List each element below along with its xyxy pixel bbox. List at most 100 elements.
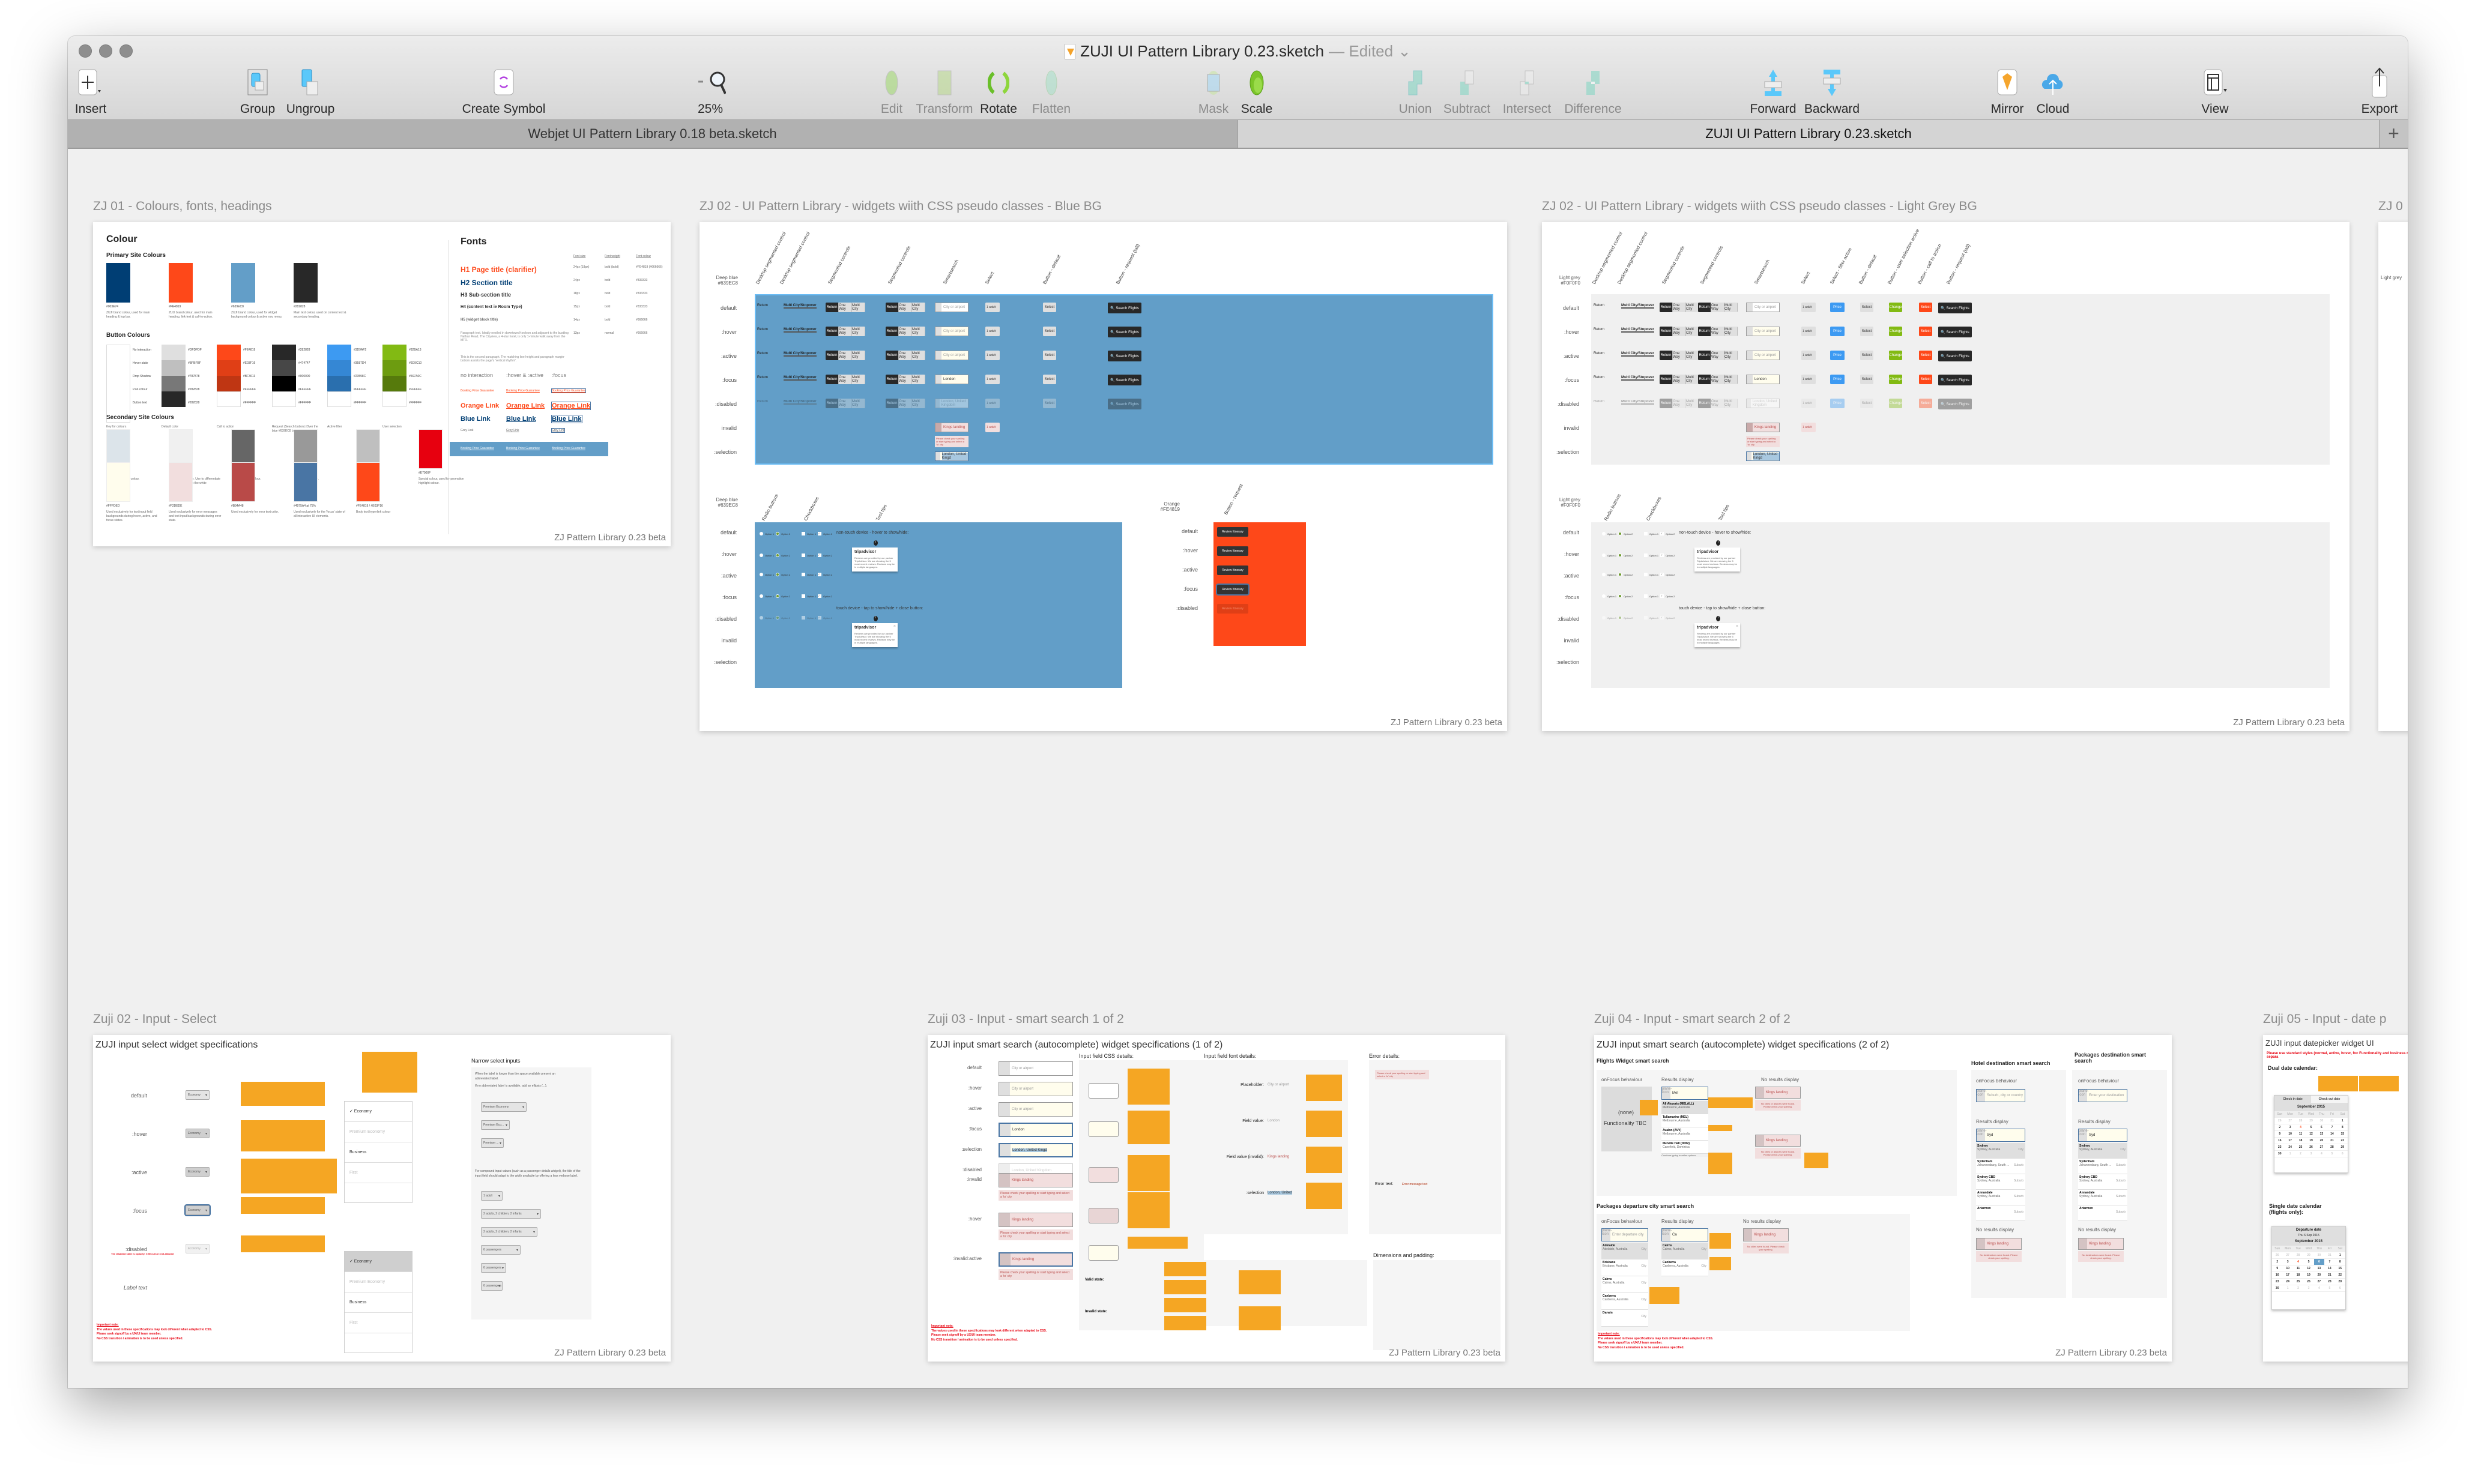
- departure-result-item[interactable]: Cairns Cairns, Australia City: [1661, 1243, 1708, 1259]
- calendar-day[interactable]: 9: [2272, 1265, 2283, 1272]
- destination-result-item[interactable]: Annandale Sydney, Australia Suburb: [1976, 1190, 2025, 1205]
- toolbar-backward[interactable]: Backward: [1799, 67, 1865, 116]
- calendar-day[interactable]: 7: [2324, 1259, 2335, 1265]
- passenger-select[interactable]: 1 adult: [1801, 327, 1816, 336]
- search-flights-button[interactable]: 🔍 Search Flights: [1938, 327, 1972, 337]
- toolbar-create-symbol[interactable]: Create Symbol: [462, 67, 545, 116]
- filter-select[interactable]: Price: [1830, 351, 1845, 360]
- calendar-day[interactable]: 22: [2337, 1138, 2348, 1144]
- toolbar-insert[interactable]: Insert: [68, 67, 124, 116]
- button-default[interactable]: Select: [1860, 375, 1873, 384]
- calendar-day[interactable]: 23: [2272, 1279, 2283, 1285]
- button-default[interactable]: Select: [1860, 399, 1873, 408]
- select-option[interactable]: Business: [345, 1292, 412, 1313]
- review-itinerary-button[interactable]: Review Itinerary: [1217, 527, 1248, 537]
- calendar-day[interactable]: 31: [2327, 1118, 2338, 1124]
- calendar-day[interactable]: 25: [2295, 1144, 2306, 1151]
- search-flights-button[interactable]: 🔍 Search Flights: [1108, 399, 1141, 409]
- calendar-day[interactable]: 27: [2285, 1118, 2295, 1124]
- smartsearch-input[interactable]: City or airport: [999, 1082, 1073, 1096]
- passenger-select[interactable]: 1 adult: [985, 303, 1000, 312]
- button-default[interactable]: Select: [1860, 327, 1873, 336]
- info-icon[interactable]: i: [874, 540, 878, 546]
- calendar-day[interactable]: 3: [2303, 1285, 2314, 1292]
- checkbox-group[interactable]: Option 1 ✓ Option 2: [802, 573, 832, 576]
- segment[interactable]: Multi City: [1686, 375, 1699, 384]
- departure-list-item[interactable]: Brisbane Brisbane, Australia City: [1601, 1259, 1648, 1276]
- info-icon[interactable]: i: [1716, 540, 1720, 546]
- smartsearch-input[interactable]: London, United Kingdom: [935, 399, 969, 408]
- select-option[interactable]: First: [345, 1163, 412, 1183]
- radio-group[interactable]: Option 1 Option 2: [760, 553, 790, 557]
- calendar-day[interactable]: 2: [2272, 1259, 2283, 1265]
- segment[interactable]: Return: [886, 399, 899, 408]
- artboard-title-zuji03[interactable]: Zuji 03 - Input - smart search 1 of 2: [928, 1012, 1124, 1027]
- calendar-day[interactable]: 1: [2285, 1151, 2295, 1157]
- filter-select[interactable]: Price: [1830, 327, 1845, 336]
- segment[interactable]: Multi City: [912, 303, 925, 312]
- artboard-zuji03-smartsearch[interactable]: ZUJI input smart search (autocomplete) w…: [928, 1035, 1505, 1362]
- segmented-control[interactable]: Return One Way Multi City: [1698, 375, 1738, 384]
- desktop-seg-return[interactable]: Return: [757, 400, 768, 403]
- checkbox-group[interactable]: Option 1 ✓ Option 2: [802, 594, 832, 598]
- calendar-day[interactable]: 5: [2327, 1151, 2338, 1157]
- segment[interactable]: One Way: [839, 327, 852, 336]
- flight-result-item[interactable]: Melville Hall (DOM) Canefield, Dominica: [1661, 1141, 1708, 1154]
- calendar-day[interactable]: 6: [2313, 1259, 2325, 1265]
- calendar-day[interactable]: 1: [2282, 1285, 2293, 1292]
- checkbox-group[interactable]: Option 1 ✓ Option 2: [802, 616, 832, 620]
- button-default[interactable]: Select: [1043, 303, 1056, 312]
- radio-button[interactable]: [1602, 573, 1606, 576]
- radio-button[interactable]: [776, 553, 780, 557]
- calendar-day[interactable]: 29: [2303, 1252, 2314, 1259]
- segmented-control[interactable]: Return One Way Multi City: [886, 375, 925, 384]
- segment[interactable]: One Way: [899, 375, 912, 384]
- desktop-seg-return[interactable]: Return: [757, 304, 768, 307]
- select-option[interactable]: Premium Economy: [345, 1272, 412, 1292]
- checkbox[interactable]: [802, 616, 805, 620]
- dual-calendar[interactable]: Check in date Check out date September 2…: [2274, 1095, 2348, 1173]
- flight-result-item[interactable]: Avalon (AVV) Melbourne, Australia: [1661, 1127, 1708, 1141]
- segmented-control[interactable]: Return One Way Multi City: [826, 399, 865, 408]
- desktop-seg-return[interactable]: Return: [1594, 400, 1604, 403]
- segment[interactable]: Return: [826, 303, 839, 312]
- calendar-day[interactable]: 5: [2306, 1124, 2316, 1131]
- destination-result-item[interactable]: Sydenham Johannesburg, South ... Suburb: [2078, 1159, 2127, 1174]
- flight-result-item[interactable]: All Airports (MELALL) Melbourne, Australi…: [1661, 1101, 1708, 1114]
- destination-result-item[interactable]: Artarmon Suburb: [2078, 1205, 2127, 1221]
- calendar-day[interactable]: 21: [2324, 1272, 2335, 1279]
- smartsearch-input[interactable]: City or airport: [1746, 351, 1780, 360]
- segment[interactable]: Return: [886, 351, 899, 360]
- toolbar-scale[interactable]: Scale: [1224, 67, 1290, 116]
- toolbar-export[interactable]: Export: [2347, 67, 2408, 116]
- segment[interactable]: One Way: [839, 399, 852, 408]
- radio-group[interactable]: Option 1 Option 2: [760, 573, 790, 576]
- search-flights-button[interactable]: 🔍 Search Flights: [1938, 303, 1972, 313]
- search-flights-button[interactable]: 🔍 Search Flights: [1108, 375, 1141, 385]
- search-flights-button[interactable]: 🔍 Search Flights: [1938, 399, 1972, 409]
- checkbox-group[interactable]: Option 1 ✓ Option 2: [1644, 553, 1675, 557]
- segment[interactable]: One Way: [1673, 351, 1686, 360]
- segment[interactable]: Multi City: [912, 375, 925, 384]
- link-sample[interactable]: Booking Price Guarantee: [506, 389, 540, 393]
- calendar-day[interactable]: 11: [2292, 1265, 2304, 1272]
- smartsearch-input[interactable]: City or airport: [999, 1102, 1073, 1117]
- segment[interactable]: Return: [886, 375, 899, 384]
- segment[interactable]: Multi City: [1686, 303, 1699, 312]
- checkbox[interactable]: ✓: [818, 616, 822, 620]
- segment[interactable]: One Way: [1673, 399, 1686, 408]
- checkbox[interactable]: ✓: [1660, 573, 1664, 576]
- calendar-day[interactable]: 29: [2337, 1144, 2348, 1151]
- narrow-select[interactable]: Premium Economy: [481, 1102, 527, 1112]
- calendar-day[interactable]: 6: [2316, 1124, 2327, 1131]
- compound-select[interactable]: 2 adults, 2 children, 2 infants: [481, 1209, 541, 1219]
- link-sample[interactable]: Booking Price Guarantee: [552, 447, 585, 450]
- compound-select[interactable]: 6 passengers: [481, 1263, 506, 1273]
- calendar-day[interactable]: 11: [2295, 1131, 2306, 1138]
- link-sample[interactable]: Orange Link: [461, 402, 499, 409]
- calendar-day[interactable]: 27: [2282, 1252, 2293, 1259]
- button-user-selection[interactable]: Change: [1889, 399, 1902, 408]
- desktop-seg-return[interactable]: Return: [1594, 376, 1604, 379]
- calendar-day[interactable]: 15: [2337, 1131, 2348, 1138]
- segment[interactable]: Return: [826, 399, 839, 408]
